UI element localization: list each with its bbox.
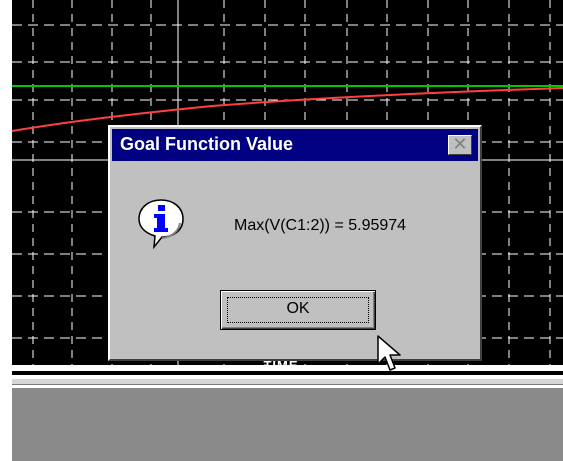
dialog-title: Goal Function Value [120,134,294,154]
dialog-titlebar[interactable]: Goal Function Value ✕ [112,129,478,161]
output-panel [12,388,563,461]
arrow-pointer-icon [377,335,401,371]
goal-function-message: Max(V(C1:2)) = 5.95974 [234,217,407,234]
ok-button-label: OK [286,300,310,317]
close-icon[interactable]: ✕ [448,135,472,155]
pane-divider[interactable] [12,377,563,385]
ok-button[interactable]: OK [220,290,376,330]
info-icon [138,199,184,249]
plot-bottom-edge [12,371,563,375]
goal-function-dialog: Goal Function Value ✕ Max(V(C1:2)) = 5.9… [108,125,482,361]
